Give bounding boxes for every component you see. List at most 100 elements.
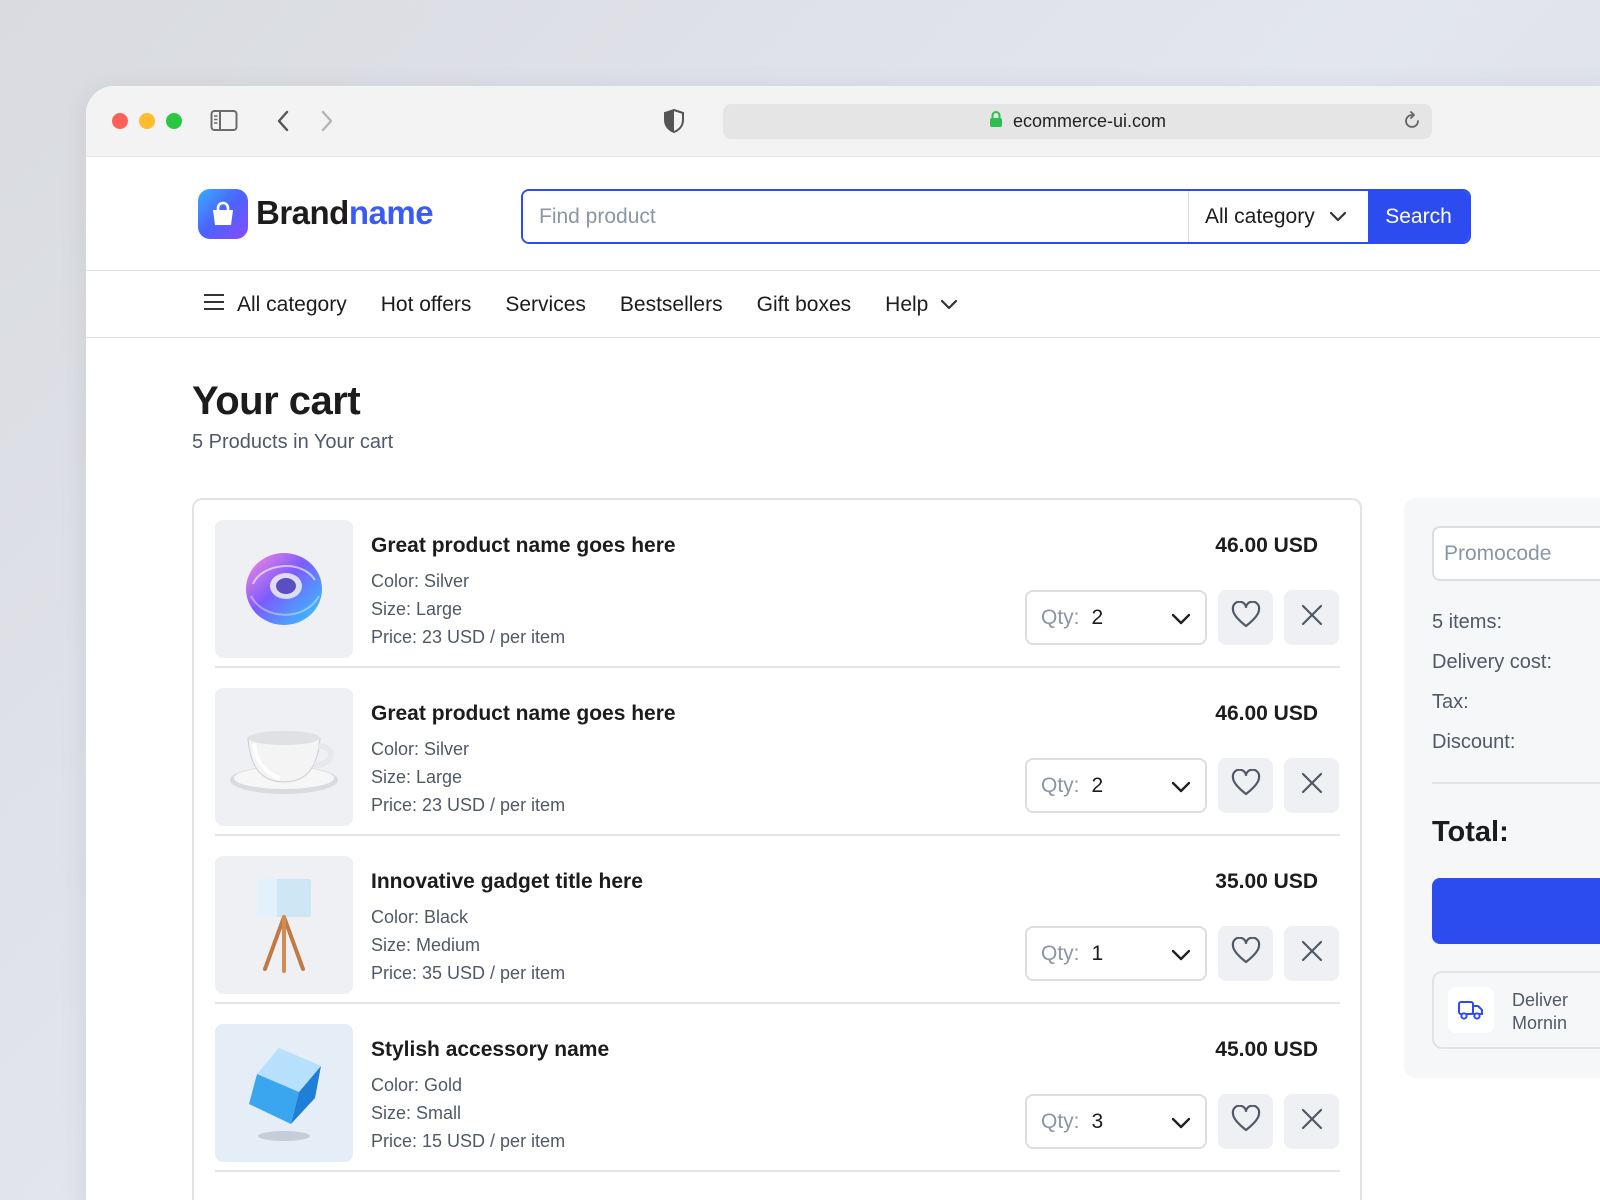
product-name[interactable]: Stylish accessory name xyxy=(371,1038,609,1062)
cart-item: Stylish accessory name Color: Gold Size:… xyxy=(215,1004,1340,1172)
search-category-select[interactable]: All category xyxy=(1188,191,1368,242)
quantity-select[interactable]: Qty: 1 xyxy=(1025,926,1207,981)
site-header: Brandname All category Search xyxy=(86,157,1600,271)
qty-value: 1 xyxy=(1091,941,1104,965)
maximize-window-button[interactable] xyxy=(166,113,182,129)
reload-icon[interactable] xyxy=(1402,111,1422,131)
summary-delivery-label: Delivery cost: xyxy=(1432,651,1553,673)
lock-icon xyxy=(989,110,1003,133)
remove-item-button[interactable] xyxy=(1284,758,1339,813)
quantity-select[interactable]: Qty: 2 xyxy=(1025,758,1207,813)
add-to-wishlist-button[interactable] xyxy=(1218,1094,1273,1149)
back-icon[interactable] xyxy=(270,108,298,134)
brand-logo-text[interactable]: Brandname xyxy=(256,194,434,232)
product-color: Color: Silver xyxy=(371,571,470,591)
delivery-line-2: Mornin xyxy=(1512,1013,1568,1033)
product-color: Color: Gold xyxy=(371,1075,463,1095)
close-icon xyxy=(1300,603,1324,632)
product-thumbnail-torus[interactable] xyxy=(215,520,353,658)
delivery-info-text: Deliver Mornin xyxy=(1512,989,1568,1035)
product-size: Size: Large xyxy=(371,767,463,787)
logo-brand-part: Brand xyxy=(256,194,349,231)
heart-icon xyxy=(1231,936,1261,970)
nav-item-help[interactable]: Help xyxy=(885,293,958,317)
add-to-wishlist-button[interactable] xyxy=(1218,590,1273,645)
product-unit-price: Price: 23 USD / per item xyxy=(371,627,566,647)
chevron-down-icon xyxy=(1171,944,1191,968)
summary-divider xyxy=(1432,782,1600,784)
logo-name-part: name xyxy=(348,194,434,231)
heart-icon xyxy=(1231,1104,1261,1138)
product-name[interactable]: Great product name goes here xyxy=(371,702,676,726)
forward-icon[interactable] xyxy=(312,108,340,134)
nav-item-label: All category xyxy=(237,293,347,316)
hamburger-menu-icon xyxy=(203,292,225,318)
add-to-wishlist-button[interactable] xyxy=(1218,926,1273,981)
product-total-price: 45.00 USD xyxy=(1215,1038,1318,1061)
qty-value: 2 xyxy=(1091,605,1104,629)
promocode-input[interactable] xyxy=(1432,526,1600,581)
nav-item-label: Hot offers xyxy=(380,293,472,316)
product-thumbnail-cube[interactable] xyxy=(215,1024,353,1162)
search-button[interactable]: Search xyxy=(1368,191,1469,242)
cart-item: Great product name goes here Color: Silv… xyxy=(215,500,1340,668)
sidebar-toggle-icon[interactable] xyxy=(210,108,238,134)
summary-tax-label: Tax: xyxy=(1432,691,1469,713)
chevron-down-icon xyxy=(1171,608,1191,632)
search-input[interactable] xyxy=(523,191,1188,242)
qty-value: 3 xyxy=(1091,1109,1104,1133)
browser-window: ecommerce-ui.com Brandname All category … xyxy=(86,86,1600,1200)
product-total-price: 46.00 USD xyxy=(1215,702,1318,725)
product-thumbnail-lamp[interactable] xyxy=(215,856,353,994)
checkout-button[interactable] xyxy=(1432,878,1600,944)
search-bar: All category Search xyxy=(521,189,1471,244)
qty-label: Qty: xyxy=(1041,941,1080,965)
shopping-bag-logo-icon[interactable] xyxy=(198,189,248,239)
minimize-window-button[interactable] xyxy=(139,113,155,129)
nav-item-services[interactable]: Services xyxy=(505,293,586,317)
close-icon xyxy=(1300,771,1324,800)
product-size: Size: Large xyxy=(371,599,463,619)
search-category-label: All category xyxy=(1205,204,1315,228)
remove-item-button[interactable] xyxy=(1284,926,1339,981)
add-to-wishlist-button[interactable] xyxy=(1218,758,1273,813)
qty-label: Qty: xyxy=(1041,773,1080,797)
summary-items-label: 5 items: xyxy=(1432,611,1503,633)
remove-item-button[interactable] xyxy=(1284,590,1339,645)
nav-item-all-category[interactable]: All category xyxy=(203,292,347,318)
chevron-down-icon xyxy=(1171,776,1191,800)
browser-toolbar: ecommerce-ui.com xyxy=(86,86,1600,157)
nav-item-hot-offers[interactable]: Hot offers xyxy=(381,293,472,317)
close-window-button[interactable] xyxy=(112,113,128,129)
product-name[interactable]: Innovative gadget title here xyxy=(371,870,643,894)
privacy-shield-icon[interactable] xyxy=(660,108,688,134)
nav-item-label: Bestsellers xyxy=(619,293,723,316)
chevron-down-icon xyxy=(1171,1112,1191,1136)
nav-item-gift-boxes[interactable]: Gift boxes xyxy=(757,293,852,317)
qty-value: 2 xyxy=(1091,773,1104,797)
nav-item-bestsellers[interactable]: Bestsellers xyxy=(620,293,723,317)
cart-item: Innovative gadget title here Color: Blac… xyxy=(215,836,1340,1004)
product-name[interactable]: Great product name goes here xyxy=(371,534,676,558)
summary-discount-label: Discount: xyxy=(1432,731,1516,753)
order-summary-panel: 5 items: Delivery cost: Tax: Discount: T… xyxy=(1404,498,1600,1078)
nav-item-label: Gift boxes xyxy=(756,293,852,316)
nav-item-label: Services xyxy=(505,293,586,316)
product-unit-price: Price: 23 USD / per item xyxy=(371,795,566,815)
remove-item-button[interactable] xyxy=(1284,1094,1339,1149)
cart-item: Great product name goes here Color: Silv… xyxy=(215,668,1340,836)
chevron-down-icon xyxy=(1329,205,1347,229)
cart-items-list: Great product name goes here Color: Silv… xyxy=(192,498,1362,1200)
chevron-down-icon xyxy=(940,293,958,317)
product-unit-price: Price: 15 USD / per item xyxy=(371,1131,566,1151)
product-thumbnail-cup[interactable] xyxy=(215,688,353,826)
quantity-select[interactable]: Qty: 2 xyxy=(1025,590,1207,645)
product-size: Size: Small xyxy=(371,1103,462,1123)
summary-total-label: Total: xyxy=(1432,816,1509,848)
address-bar[interactable]: ecommerce-ui.com xyxy=(723,104,1432,139)
qty-label: Qty: xyxy=(1041,1109,1080,1133)
delivery-info-card: Deliver Mornin xyxy=(1432,971,1600,1049)
nav-item-label: Help xyxy=(885,293,929,316)
quantity-select[interactable]: Qty: 3 xyxy=(1025,1094,1207,1149)
delivery-truck-icon xyxy=(1448,987,1494,1033)
